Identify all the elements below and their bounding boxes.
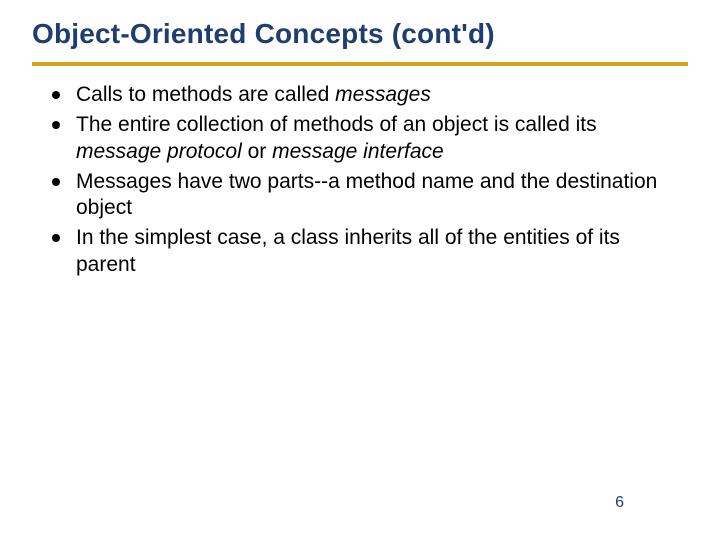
- page-number: 6: [615, 494, 624, 512]
- list-item: In the simplest case, a class inherits a…: [48, 225, 684, 278]
- slide-title: Object-Oriented Concepts (cont'd): [30, 18, 690, 62]
- bullet-text: In the simplest case, a class inherits a…: [76, 226, 620, 275]
- bullet-text: The entire collection of methods of an o…: [76, 113, 597, 136]
- bullet-list: Calls to methods are called messages The…: [30, 82, 690, 278]
- list-item: Messages have two parts--a method name a…: [48, 169, 684, 222]
- bullet-text: Calls to methods are called: [76, 83, 335, 106]
- bullet-emphasis: message protocol: [76, 140, 242, 163]
- slide: Object-Oriented Concepts (cont'd) Calls …: [0, 0, 720, 540]
- list-item: Calls to methods are called messages: [48, 82, 684, 108]
- title-underline: [32, 62, 688, 66]
- bullet-emphasis: messages: [335, 83, 431, 106]
- bullet-text: Messages have two parts--a method name a…: [76, 170, 657, 219]
- bullet-text: or: [242, 140, 272, 163]
- bullet-emphasis: message interface: [272, 140, 444, 163]
- list-item: The entire collection of methods of an o…: [48, 112, 684, 165]
